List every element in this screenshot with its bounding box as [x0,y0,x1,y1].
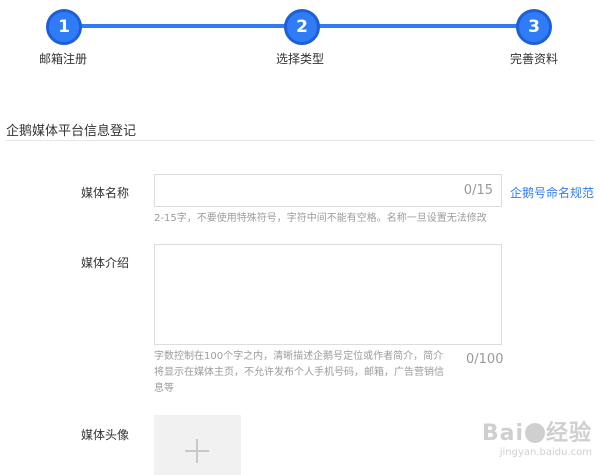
avatar-upload-button[interactable] [154,415,241,475]
step-1-circle: 1 [46,9,82,45]
section-divider [6,140,594,141]
media-intro-counter: 0/100 [466,352,504,367]
media-intro-textarea[interactable] [154,244,502,345]
watermark-url: jingyan.baidu.com [499,447,592,458]
media-name-label: 媒体名称 [81,186,130,200]
paw-logo-icon [524,423,545,443]
naming-rules-link[interactable]: 企鹅号命名规范 [510,184,594,201]
watermark-brand-b: 经验 [545,421,592,446]
media-intro-hint: 字数控制在100个字之内，清晰描述企鹅号定位或作者简介，简介将显示在媒体主页，不… [154,351,444,394]
baidu-jingyan-watermark: Bai 经验 jingyan.baidu.com [482,415,592,458]
media-name-hint: 2-15字，不要使用特殊符号，字符中间不能有空格。名称一旦设置无法修改 [154,213,487,224]
step-3-circle: 3 [516,9,552,45]
media-avatar-label: 媒体头像 [81,428,130,442]
section-title: 企鹅媒体平台信息登记 [6,124,137,139]
step-1-label: 邮箱注册 [39,52,88,66]
media-intro-label: 媒体介绍 [81,256,130,270]
step-3-label: 完善资料 [510,52,559,66]
media-name-counter: 0/15 [463,183,493,198]
media-name-input[interactable]: 0/15 [154,174,502,207]
step-connector-2 [304,24,534,28]
step-2-circle: 2 [284,9,320,45]
step-connector-1 [66,24,304,28]
step-2-label: 选择类型 [276,52,325,66]
watermark-brand-a: Bai [481,421,524,446]
